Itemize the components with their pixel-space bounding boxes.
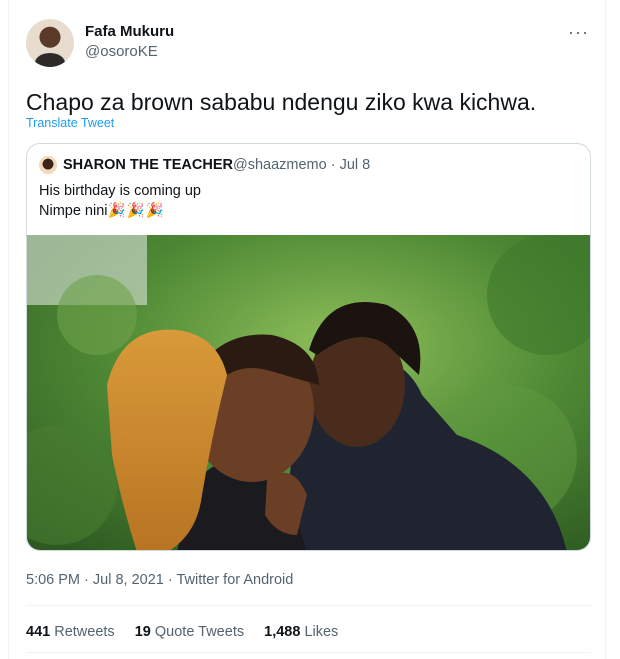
quote-tweets-label: Quote Tweets: [154, 624, 245, 640]
tweet-timestamp[interactable]: 5:06 PM · Jul 8, 2021 · Twitter for Andr…: [26, 572, 293, 588]
quoted-text-line1: His birthday is coming up: [39, 183, 201, 199]
author-name[interactable]: Fafa Mukuru: [85, 23, 174, 40]
avatar-shirt: [35, 53, 65, 67]
retweets-count: 441: [26, 624, 51, 640]
translate-tweet-link[interactable]: Translate Tweet: [26, 116, 114, 130]
quoted-text-line2: Nimpe nini🎉🎉🎉: [39, 201, 201, 221]
quoted-author-name: SHARON THE TEACHER: [63, 157, 233, 173]
quoted-text-line2-words: Nimpe nini: [39, 203, 108, 219]
tweet-stats: 441 Retweets 19 Quote Tweets 1,488 Likes: [26, 624, 354, 640]
divider: [26, 605, 591, 606]
author-handle[interactable]: @osoroKE: [85, 43, 158, 60]
likes-count: 1,488: [264, 624, 301, 640]
quote-tweets-count: 19: [134, 624, 151, 640]
retweets-stat[interactable]: 441 Retweets: [26, 624, 115, 640]
quoted-author-avatar: [39, 156, 57, 174]
quoted-author-handle-date: @shaazmemo · Jul 8: [233, 157, 371, 173]
quoted-tweet-text: His birthday is coming up Nimpe nini🎉🎉🎉: [39, 181, 201, 221]
author-avatar[interactable]: [26, 19, 74, 67]
party-popper-emoji: 🎉🎉🎉: [107, 203, 165, 219]
more-options-icon[interactable]: ···: [568, 22, 589, 43]
tweet-text: Chapo za brown sababu ndengu ziko kwa ki…: [26, 89, 537, 115]
divider: [26, 652, 591, 653]
retweets-label: Retweets: [54, 624, 115, 640]
quoted-tweet-photo[interactable]: [27, 235, 591, 551]
quote-tweets-stat[interactable]: 19 Quote Tweets: [135, 624, 244, 640]
likes-label: Likes: [304, 624, 339, 640]
tweet-card: Fafa Mukuru @osoroKE ··· Chapo za brown …: [8, 0, 606, 659]
quoted-tweet[interactable]: SHARON THE TEACHER @shaazmemo · Jul 8 Hi…: [26, 143, 591, 551]
likes-stat[interactable]: 1,488 Likes: [264, 624, 338, 640]
